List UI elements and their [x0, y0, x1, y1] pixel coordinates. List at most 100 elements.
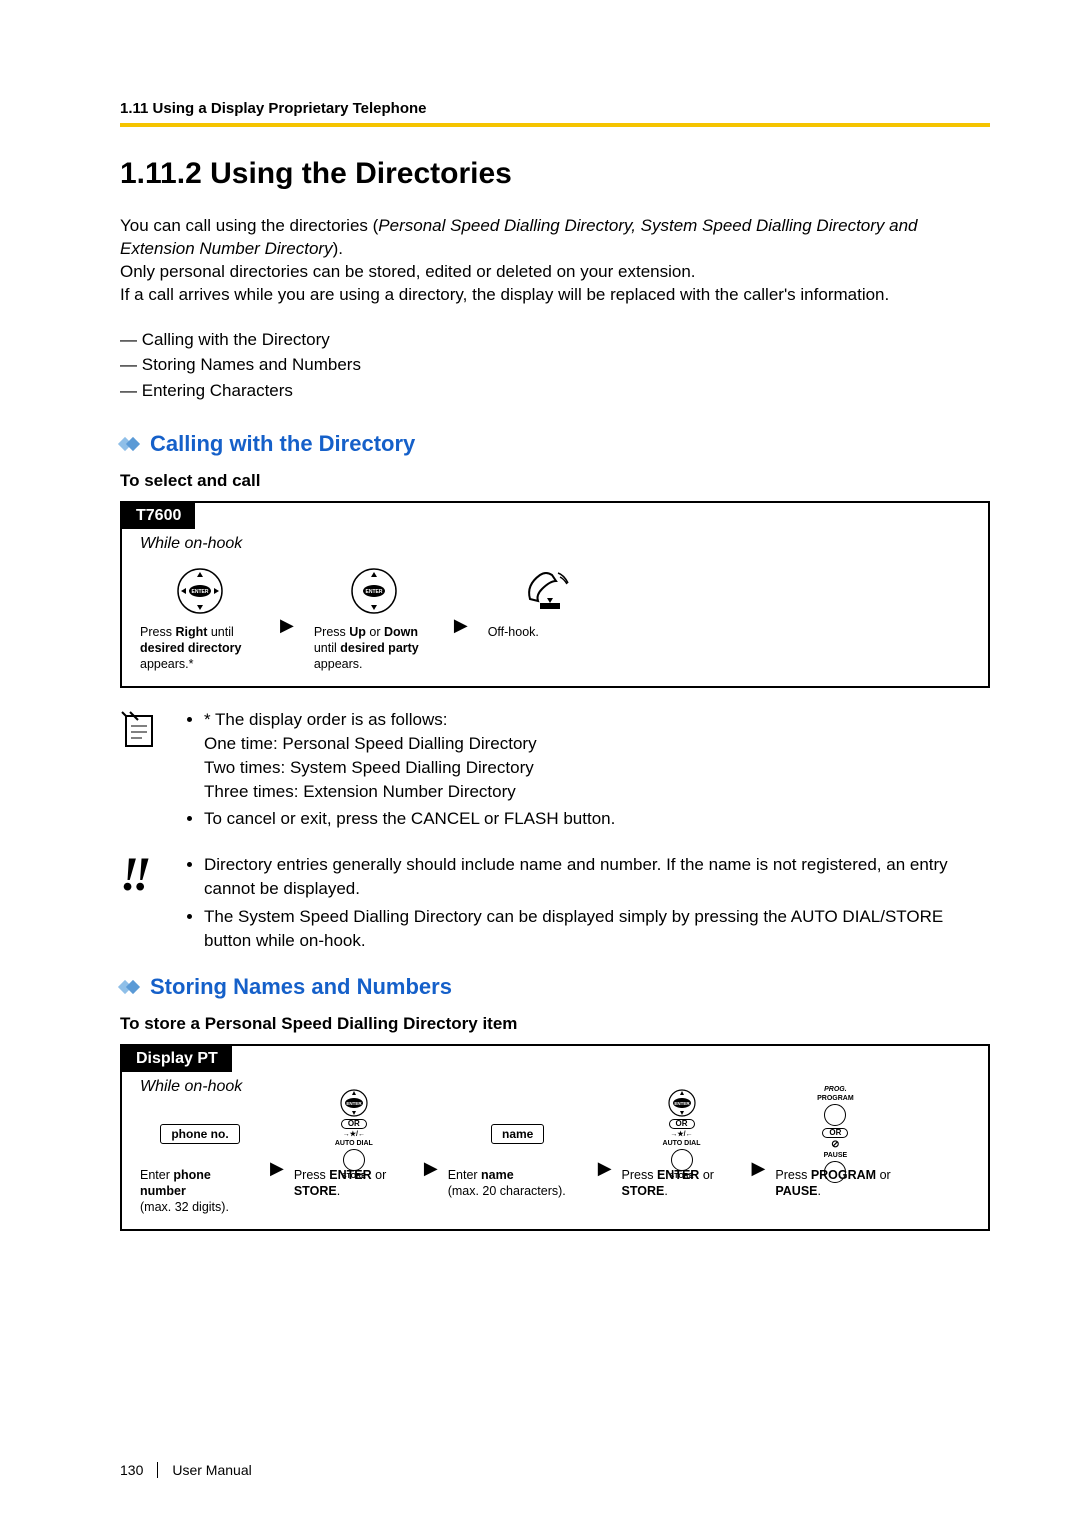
step-press-updown: ENTER Press Up or Down until desired par…	[314, 561, 434, 672]
step-enter-name: name Enter name (max. 20 characters).	[448, 1104, 588, 1199]
diamond-icon	[120, 980, 142, 994]
section1-sub: To select and call	[120, 471, 990, 491]
t: name	[481, 1168, 514, 1182]
page-title: 1.11.2 Using the Directories	[120, 157, 990, 191]
t: STORE	[294, 1184, 337, 1198]
navkey-right-icon: ENTER	[176, 567, 224, 615]
t: Three times: Extension Number Directory	[204, 782, 516, 801]
t: Enter	[140, 1168, 173, 1182]
section-heading-calling: Calling with the Directory	[120, 431, 990, 457]
running-header: 1.11 Using a Display Proprietary Telepho…	[120, 100, 990, 117]
t: PAUSE	[775, 1184, 817, 1198]
t: Press	[294, 1168, 329, 1182]
t: or	[366, 625, 384, 639]
step-enter-phone: phone no. Enter phone number (max. 32 di…	[140, 1104, 260, 1215]
t: desired directory	[140, 641, 241, 655]
t: Two times: System Speed Dialling Directo…	[204, 758, 534, 777]
arrow-icon: ▶	[270, 1158, 284, 1179]
memo-icon	[120, 708, 164, 835]
intro-2: Only personal directories can be stored,…	[120, 262, 696, 281]
t: Press	[775, 1168, 810, 1182]
t: or	[876, 1168, 891, 1182]
t: (max. 20 characters).	[448, 1184, 566, 1198]
svg-text:ENTER: ENTER	[192, 589, 209, 595]
note-item: The System Speed Dialling Directory can …	[204, 905, 990, 953]
t: Off-hook.	[488, 625, 608, 641]
t: Right	[175, 625, 207, 639]
t: STORE	[622, 1184, 665, 1198]
notes-display-order: * The display order is as follows: One t…	[120, 708, 990, 835]
note-item: Directory entries generally should inclu…	[204, 853, 990, 901]
t: .	[664, 1184, 667, 1198]
topic-item: Calling with the Directory	[120, 327, 990, 353]
input-name: name	[491, 1124, 544, 1144]
t: Press	[140, 625, 175, 639]
t: One time: Personal Speed Dialling Direct…	[204, 734, 537, 753]
t: until	[314, 641, 340, 655]
t: or	[699, 1168, 714, 1182]
t: (max. 32 digits).	[140, 1200, 229, 1214]
svg-text:ENTER: ENTER	[674, 1101, 690, 1106]
svg-text:ENTER: ENTER	[365, 589, 382, 595]
manual-label: User Manual	[172, 1462, 251, 1478]
arrow-icon: ▶	[454, 615, 468, 636]
t: desired party	[340, 641, 419, 655]
enter-store-icon: ENTER OR →★/← AUTO DIAL STORE	[663, 1089, 701, 1180]
offhook-icon	[522, 567, 574, 615]
input-phone-no: phone no.	[160, 1124, 239, 1144]
or-label: OR	[341, 1119, 367, 1129]
diamond-icon	[120, 437, 142, 451]
topic-list: Calling with the Directory Storing Names…	[120, 327, 990, 404]
t: Up	[349, 625, 366, 639]
exclaim-icon: !!	[120, 853, 164, 956]
procedure-box-2: Display PT While on-hook phone no. Enter…	[120, 1044, 990, 1231]
t: appears.*	[140, 657, 194, 671]
arrow-icon: ▶	[424, 1158, 438, 1179]
navkey-updown-icon: ENTER	[350, 567, 398, 615]
step-offhook: Off-hook.	[488, 561, 608, 641]
prog-label: PROG.	[824, 1086, 847, 1093]
t: or	[372, 1168, 387, 1182]
step-press-program-pause: PROG. PROGRAM OR ⊘ PAUSE Press PROGRAM o…	[775, 1104, 895, 1199]
intro-3: If a call arrives while you are using a …	[120, 285, 889, 304]
svg-text:ENTER: ENTER	[346, 1101, 362, 1106]
autodial-label: AUTO DIAL	[663, 1140, 701, 1147]
section2-sub: To store a Personal Speed Dialling Direc…	[120, 1014, 990, 1034]
arrow-icon: ▶	[598, 1158, 612, 1179]
program-label: PROGRAM	[817, 1095, 854, 1102]
procedure-box-1: T7600 While on-hook ENTER Press Right un…	[120, 501, 990, 688]
or-label: OR	[669, 1119, 695, 1129]
model-tab: Display PT	[122, 1046, 232, 1072]
topic-item: Storing Names and Numbers	[120, 352, 990, 378]
page-footer: 130 User Manual	[120, 1462, 252, 1478]
t: Down	[384, 625, 418, 639]
autodial-label: AUTO DIAL	[335, 1140, 373, 1147]
section1-title: Calling with the Directory	[150, 431, 415, 457]
t: .	[337, 1184, 340, 1198]
enter-store-icon: ENTER OR →★/← AUTO DIAL STORE	[335, 1089, 373, 1180]
pause-label: PAUSE	[824, 1152, 848, 1159]
section-heading-storing: Storing Names and Numbers	[120, 974, 990, 1000]
hook-label: While on-hook	[140, 535, 970, 553]
section2-title: Storing Names and Numbers	[150, 974, 452, 1000]
t: ENTER	[329, 1168, 371, 1182]
t: PROGRAM	[811, 1168, 876, 1182]
intro-paragraph: You can call using the directories (Pers…	[120, 215, 990, 307]
note-item: To cancel or exit, press the CANCEL or F…	[204, 807, 615, 831]
intro-1c: ).	[333, 239, 343, 258]
arrow-icon: ▶	[280, 615, 294, 636]
t: .	[818, 1184, 821, 1198]
step-press-right: ENTER Press Right until desired director…	[140, 561, 260, 672]
or-label: OR	[822, 1128, 848, 1138]
note-item: * The display order is as follows: One t…	[204, 708, 615, 803]
header-rule	[120, 123, 990, 127]
notes-warning: !! Directory entries generally should in…	[120, 853, 990, 956]
t: appears.	[314, 657, 363, 671]
model-tab: T7600	[122, 503, 195, 529]
t: until	[207, 625, 233, 639]
t: Enter	[448, 1168, 481, 1182]
t: Press	[622, 1168, 657, 1182]
step-press-enter-store-2: ENTER OR →★/← AUTO DIAL STORE Press ENTE…	[622, 1104, 742, 1199]
page-number: 130	[120, 1462, 143, 1478]
t: Press	[314, 625, 349, 639]
